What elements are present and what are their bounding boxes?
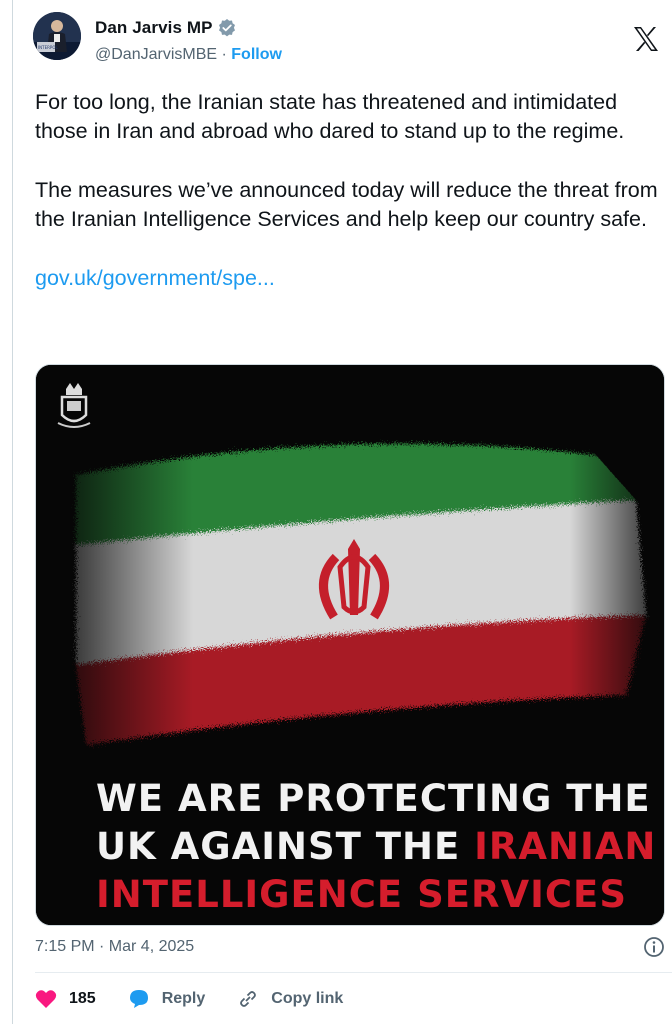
follow-button[interactable]: Follow bbox=[231, 46, 282, 63]
reply-button[interactable]: Reply bbox=[128, 988, 206, 1010]
reply-label: Reply bbox=[161, 990, 206, 1007]
separator: · bbox=[221, 46, 227, 63]
like-count: 185 bbox=[69, 990, 96, 1007]
verified-badge-icon bbox=[217, 18, 237, 38]
tweet-header: INTERPOL Dan Jarvis MP @DanJarvisMBE · F… bbox=[33, 10, 672, 66]
image-caption: WE ARE PROTECTING THE UK AGAINST THE IRA… bbox=[96, 775, 656, 919]
x-logo-icon[interactable] bbox=[631, 24, 661, 54]
tweet-paragraph-2: The measures we’ve announced today will … bbox=[35, 178, 658, 231]
caption-line-1: WE ARE PROTECTING THE bbox=[96, 777, 651, 820]
caption-line-2-white: UK AGAINST THE bbox=[96, 825, 475, 868]
divider bbox=[35, 972, 672, 973]
tweet-link[interactable]: gov.uk/government/spe... bbox=[35, 266, 275, 290]
info-icon[interactable] bbox=[643, 936, 665, 958]
tweet-timestamp[interactable]: 7:15 PM · Mar 4, 2025 bbox=[35, 938, 194, 956]
heart-icon bbox=[35, 990, 57, 1008]
like-button[interactable]: 185 bbox=[35, 989, 96, 1009]
avatar[interactable]: INTERPOL bbox=[33, 12, 81, 60]
caption-line-3: INTELLIGENCE SERVICES bbox=[96, 873, 627, 916]
tweet-image[interactable]: WE ARE PROTECTING THE UK AGAINST THE IRA… bbox=[35, 364, 665, 926]
tweet-paragraph-1: For too long, the Iranian state has thre… bbox=[35, 90, 625, 143]
link-icon bbox=[240, 991, 257, 1007]
author-name[interactable]: Dan Jarvis MP bbox=[95, 18, 213, 38]
svg-text:INTERPOL: INTERPOL bbox=[38, 45, 58, 50]
author-handle[interactable]: @DanJarvisMBE bbox=[95, 46, 217, 63]
reply-bubble-icon bbox=[129, 990, 148, 1008]
copy-link-button[interactable]: Copy link bbox=[237, 988, 343, 1010]
tweet-card: INTERPOL Dan Jarvis MP @DanJarvisMBE · F… bbox=[12, 0, 672, 1024]
tweet-text: For too long, the Iranian state has thre… bbox=[35, 88, 667, 293]
caption-line-2-red: IRANIAN bbox=[474, 825, 657, 868]
action-bar: 185 Reply Copy link bbox=[35, 984, 672, 1014]
copy-link-label: Copy link bbox=[271, 990, 344, 1007]
